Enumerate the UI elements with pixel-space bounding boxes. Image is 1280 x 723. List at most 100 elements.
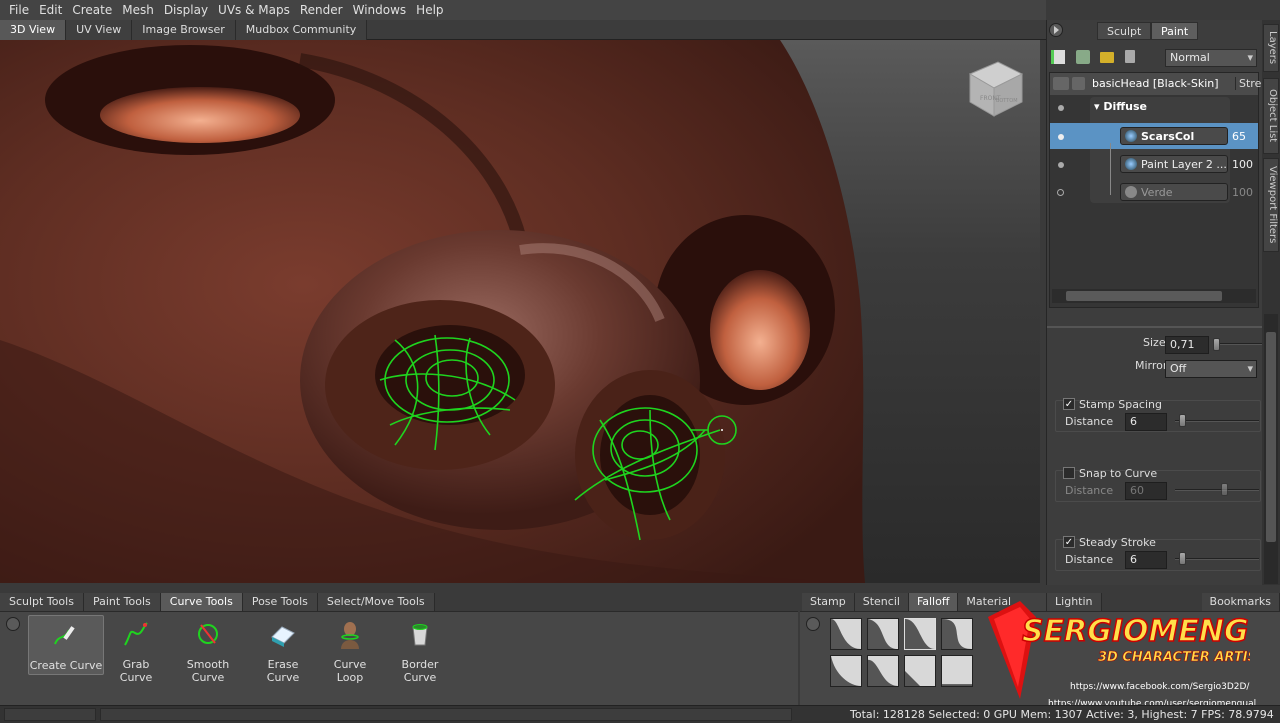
layer-name: ScarsCol xyxy=(1141,130,1195,143)
layers-list: basicHead [Black-Skin] Stren ▾ Diffuse S… xyxy=(1049,72,1268,308)
eye-icon[interactable] xyxy=(1053,77,1069,90)
tab-stencil[interactable]: Stencil xyxy=(854,593,909,611)
stamp-spacing-label: Stamp Spacing xyxy=(1079,398,1162,411)
tool-label: Erase Curve xyxy=(266,658,300,684)
menu-windows[interactable]: Windows xyxy=(348,3,412,17)
falloff-preset[interactable] xyxy=(830,655,862,687)
border-curve-tool[interactable]: Border Curve xyxy=(386,615,454,684)
snap-distance-handle[interactable] xyxy=(1221,483,1228,496)
grab-curve-tool[interactable]: Grab Curve xyxy=(106,615,166,684)
layer-opacity[interactable]: 100 xyxy=(1232,186,1253,199)
tab-uv-view[interactable]: UV View xyxy=(66,20,133,40)
falloff-preset[interactable] xyxy=(830,618,862,650)
tab-curve-tools[interactable]: Curve Tools xyxy=(160,593,243,611)
falloff-preset[interactable] xyxy=(867,618,899,650)
tab-stamp[interactable]: Stamp xyxy=(802,593,855,611)
create-curve-tool[interactable]: Create Curve xyxy=(28,615,104,675)
tab-sculpt-tools[interactable]: Sculpt Tools xyxy=(0,593,84,611)
layer-opacity[interactable]: 100 xyxy=(1232,158,1253,171)
scrollbar-thumb[interactable] xyxy=(1066,291,1222,301)
tab-pose-tools[interactable]: Pose Tools xyxy=(242,593,318,611)
menu-render[interactable]: Render xyxy=(295,3,348,17)
menu-uvs-maps[interactable]: UVs & Maps xyxy=(213,3,295,17)
object-row[interactable]: basicHead [Black-Skin] Stren xyxy=(1050,73,1268,95)
mirror-label: Mirror xyxy=(1135,359,1168,372)
tray-options-icon[interactable] xyxy=(6,617,20,631)
trash-icon[interactable] xyxy=(1125,50,1135,63)
visibility-dot[interactable] xyxy=(1058,105,1064,111)
falloff-preset[interactable] xyxy=(904,618,936,650)
collapse-panel-icon[interactable] xyxy=(1049,23,1063,37)
menu-file[interactable]: File xyxy=(4,3,34,17)
layers-scrollbar[interactable] xyxy=(1052,289,1256,303)
border-curve-icon xyxy=(412,624,428,646)
falloff-preset[interactable] xyxy=(867,655,899,687)
steady-distance-input[interactable]: 6 xyxy=(1125,551,1167,569)
snap-distance-slider[interactable] xyxy=(1175,489,1259,491)
tray-options-icon[interactable] xyxy=(806,617,820,631)
falloff-preset[interactable] xyxy=(904,655,936,687)
panel-scrollbar[interactable] xyxy=(1264,314,1278,584)
curve-loop-tool[interactable]: Curve Loop xyxy=(320,615,380,684)
tab-paint[interactable]: Paint xyxy=(1151,22,1199,40)
stamp-spacing-checkbox[interactable]: ✓ xyxy=(1063,398,1075,410)
view-cube-icon[interactable]: FRONT BOTTOM xyxy=(960,52,1030,122)
object-name: basicHead [Black-Skin] xyxy=(1092,77,1219,90)
chevron-down-icon: ▾ xyxy=(1247,362,1253,375)
falloff-preset[interactable] xyxy=(941,655,973,687)
distance-label: Distance xyxy=(1065,553,1114,566)
duplicate-layer-icon[interactable] xyxy=(1076,50,1090,64)
folder-icon[interactable] xyxy=(1100,52,1114,63)
erase-curve-tool[interactable]: Erase Curve xyxy=(250,615,316,684)
menu-display[interactable]: Display xyxy=(159,3,213,17)
falloff-preset[interactable] xyxy=(941,618,973,650)
steady-distance-handle[interactable] xyxy=(1179,552,1186,565)
visibility-dot[interactable] xyxy=(1058,162,1064,168)
channel-diffuse[interactable]: ▾ Diffuse xyxy=(1094,100,1147,113)
lock-icon[interactable] xyxy=(1072,77,1085,90)
layer-opacity[interactable]: 65 xyxy=(1232,130,1246,143)
tab-sculpt[interactable]: Sculpt xyxy=(1097,22,1152,40)
tab-mudbox-community[interactable]: Mudbox Community xyxy=(235,20,368,40)
snap-to-curve-checkbox[interactable] xyxy=(1063,467,1075,479)
create-curve-icon xyxy=(54,626,75,645)
visibility-dot-off[interactable] xyxy=(1057,189,1064,196)
side-tab-viewport-filters[interactable]: Viewport Filters xyxy=(1263,158,1279,252)
size-slider[interactable] xyxy=(1215,343,1263,345)
steady-distance-slider[interactable] xyxy=(1175,558,1259,560)
mirror-select[interactable]: Off ▾ xyxy=(1165,360,1257,378)
status-text: Total: 128128 Selected: 0 GPU Mem: 1307 … xyxy=(850,708,1274,721)
side-tab-object-list[interactable]: Object List xyxy=(1263,78,1279,154)
steady-stroke-checkbox[interactable]: ✓ xyxy=(1063,536,1075,548)
svg-text:3D CHARACTER ARTIST: 3D CHARACTER ARTIST xyxy=(1098,650,1250,665)
3d-viewport[interactable]: FRONT BOTTOM xyxy=(0,40,1040,583)
menu-create[interactable]: Create xyxy=(67,3,117,17)
scrollbar-thumb[interactable] xyxy=(1266,332,1276,542)
size-input[interactable]: 0,71 xyxy=(1165,336,1209,354)
menu-help[interactable]: Help xyxy=(411,3,448,17)
menu-mesh[interactable]: Mesh xyxy=(117,3,159,17)
tools-tray: Create Curve Grab Curve Smooth Curve Era… xyxy=(0,611,798,705)
tab-select-move-tools[interactable]: Select/Move Tools xyxy=(317,593,435,611)
tab-image-browser[interactable]: Image Browser xyxy=(132,20,236,40)
tab-3d-view[interactable]: 3D View xyxy=(0,20,67,40)
stamp-distance-handle[interactable] xyxy=(1179,414,1186,427)
smooth-curve-tool[interactable]: Smooth Curve xyxy=(170,615,246,684)
new-layer-icon[interactable] xyxy=(1051,50,1065,64)
blend-mode-value: Normal xyxy=(1170,51,1210,64)
size-label: Size xyxy=(1143,336,1166,349)
snap-to-curve-label: Snap to Curve xyxy=(1079,467,1158,480)
tab-falloff[interactable]: Falloff xyxy=(908,593,959,611)
facebook-link[interactable]: https://www.facebook.com/Sergio3D2D/ xyxy=(1070,682,1249,692)
side-tab-layers[interactable]: Layers xyxy=(1263,24,1279,72)
menu-edit[interactable]: Edit xyxy=(34,3,67,17)
snap-distance-input[interactable]: 60 xyxy=(1125,482,1167,500)
visibility-dot[interactable] xyxy=(1058,134,1064,140)
stamp-distance-slider[interactable] xyxy=(1175,420,1259,422)
size-slider-handle[interactable] xyxy=(1213,338,1220,351)
blend-mode-select[interactable]: Normal ▾ xyxy=(1165,49,1257,67)
tab-paint-tools[interactable]: Paint Tools xyxy=(83,593,161,611)
curve-loop-icon xyxy=(341,622,359,649)
stamp-distance-input[interactable]: 6 xyxy=(1125,413,1167,431)
sculpt-render xyxy=(0,40,865,583)
